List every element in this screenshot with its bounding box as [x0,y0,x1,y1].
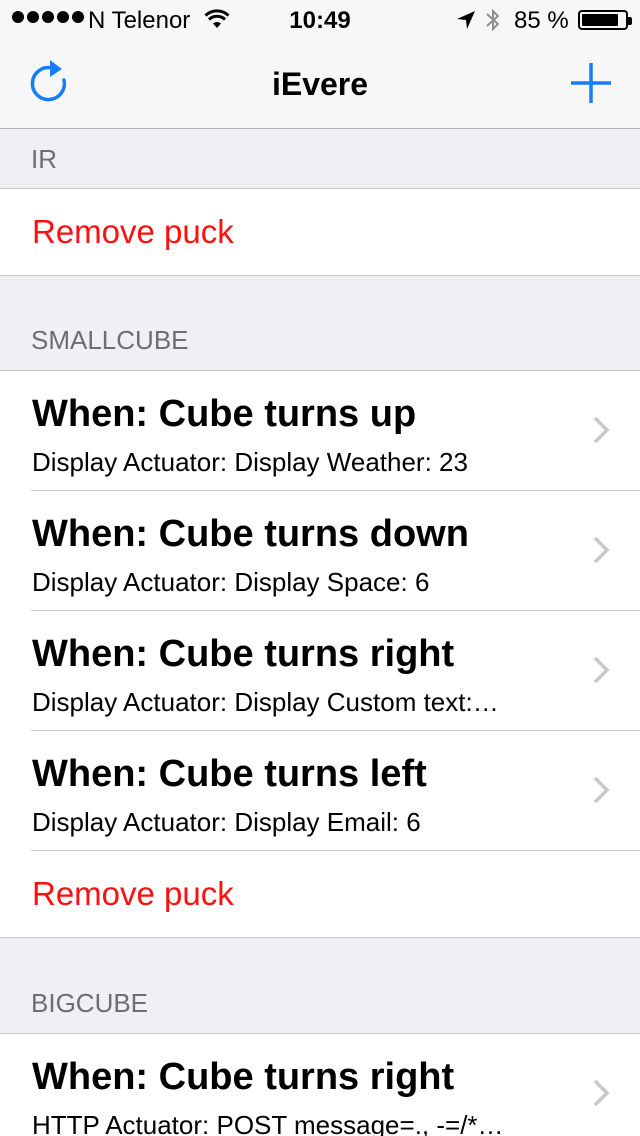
chevron-right-icon [593,776,610,804]
rule-action: Display Actuator: Display Email: 6 [32,807,421,837]
top-bar: N Telenor 10:49 85 % iEvere [0,0,640,129]
battery-percent: 85 % [514,7,569,34]
chevron-right-icon [593,656,610,684]
rule-action: Display Actuator: Display Weather: 23 [32,447,468,477]
chevron-right-icon [593,1079,610,1107]
chevron-right-icon [593,536,610,564]
battery-icon [578,10,632,30]
section-smallcube-group: When: Cube turns up Display Actuator: Di… [0,370,640,938]
remove-puck-button-ir[interactable]: Remove puck [0,189,640,275]
rule-row-cube-turns-left[interactable]: When: Cube turns left Display Actuator: … [0,731,640,851]
page-title: iEvere [271,66,369,102]
section-header-ir: IR [31,144,57,174]
navigation-bar: iEvere [0,40,640,128]
rule-trigger: When: Cube turns left [32,753,427,795]
rule-row-cube-turns-right[interactable]: When: Cube turns right Display Actuator:… [0,611,640,731]
section-ir-group: Remove puck [0,188,640,276]
add-button[interactable] [568,60,614,106]
rule-row-cube-turns-up[interactable]: When: Cube turns up Display Actuator: Di… [0,371,640,491]
location-arrow-icon [457,11,475,29]
rule-action: HTTP Actuator: POST message=., -=/*… [32,1110,504,1136]
rule-row-cube-turns-down[interactable]: When: Cube turns down Display Actuator: … [0,491,640,611]
remove-puck-button-smallcube[interactable]: Remove puck [0,851,640,937]
section-bigcube-group: When: Cube turns right HTTP Actuator: PO… [0,1033,640,1136]
rule-trigger: When: Cube turns down [32,513,469,555]
rule-action: Display Actuator: Display Space: 6 [32,567,430,597]
rule-row-bigcube-turns-right[interactable]: When: Cube turns right HTTP Actuator: PO… [0,1034,640,1136]
bluetooth-icon [486,8,500,32]
rule-trigger: When: Cube turns up [32,393,417,435]
rule-trigger: When: Cube turns right [32,633,455,675]
rule-trigger: When: Cube turns right [32,1056,455,1098]
chevron-right-icon [593,416,610,444]
section-header-smallcube: SMALLCUBE [31,325,189,355]
rule-action: Display Actuator: Display Custom text:… [32,687,499,717]
status-bar: N Telenor 10:49 85 % [0,0,640,40]
section-header-bigcube: BIGCUBE [31,988,149,1018]
app-screen: N Telenor 10:49 85 % iEvere IR Remove pu… [0,0,640,1136]
